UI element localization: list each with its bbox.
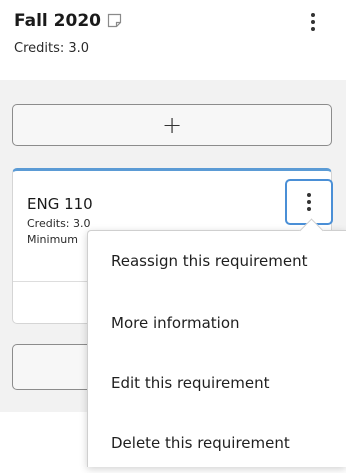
note-icon[interactable] xyxy=(107,13,122,28)
menu-item-edit-requirement[interactable]: Edit this requirement xyxy=(88,353,346,413)
requirement-title: ENG 110 xyxy=(27,195,93,213)
term-title: Fall 2020 xyxy=(14,11,101,31)
menu-item-more-information[interactable]: More information xyxy=(88,293,346,353)
menu-item-delete-requirement[interactable]: Delete this requirement xyxy=(88,413,346,473)
requirement-menu-button[interactable] xyxy=(285,179,333,225)
term-header: Fall 2020 Credits: 3.0 xyxy=(0,0,346,80)
requirement-credits: Credits: 3.0 xyxy=(27,217,91,230)
term-credits: Credits: 3.0 xyxy=(14,41,90,56)
term-kebab-menu-icon[interactable] xyxy=(300,8,326,36)
requirement-minimum: Minimum xyxy=(27,233,78,246)
kebab-menu-icon xyxy=(287,181,331,223)
requirement-dropdown-menu: More information Edit this requirement D… xyxy=(87,218,346,467)
menu-item-reassign-requirement[interactable]: Reassign this requirement xyxy=(88,231,346,291)
add-requirement-button[interactable]: + xyxy=(12,104,332,146)
